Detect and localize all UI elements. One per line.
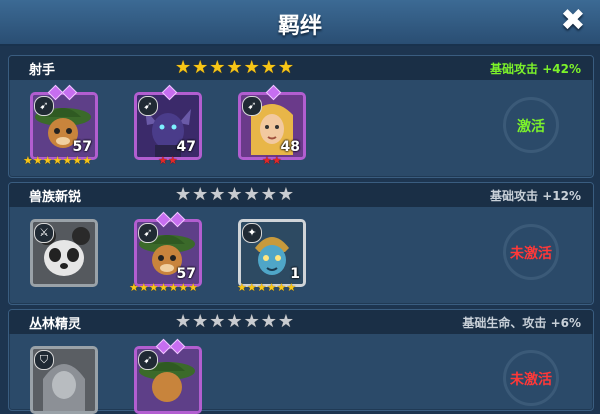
sword-icon: ⚔ <box>34 223 54 243</box>
hero-stars: ★ ★ ★ ★ ★ ★ ★ <box>129 281 199 294</box>
header-bar: 羁绊 ✖ <box>0 0 600 46</box>
star-icon: ★ <box>277 57 294 78</box>
hero-gems <box>161 84 178 101</box>
hero-gems <box>155 211 186 228</box>
hero-card[interactable]: ➹ 57 <box>134 219 202 287</box>
hero-card[interactable]: ➹ 48 <box>238 92 306 160</box>
activation-status: 激活 <box>503 97 559 153</box>
section-header: 射手 ★ ★ ★ ★ ★ ★ ★ 基础攻击 +42% <box>9 56 593 80</box>
star-icon: ★ <box>192 184 209 205</box>
bond-star-rating: ★ ★ ★ ★ ★ ★ ★ <box>175 186 294 204</box>
hero-stars: ★ ★ <box>158 154 178 167</box>
bow-icon: ➹ <box>138 350 158 370</box>
activation-status: 未激活 <box>503 224 559 280</box>
hero-card[interactable]: ✦ 1 <box>238 219 306 287</box>
hero-stars: ★ ★ ★ ★ ★ ★ ★ <box>23 154 93 167</box>
section-header: 兽族新锐 ★ ★ ★ ★ ★ ★ ★ 基础攻击 +12% <box>9 183 593 207</box>
star-icon: ★ <box>209 57 226 78</box>
star-icon: ★ <box>175 184 192 205</box>
bond-section-jungle-elves: 丛林精灵 ★ ★ ★ ★ ★ ★ ★ 基础生命、攻击 +6% ⛉ ➹ 未激活 <box>8 309 594 414</box>
hero-card-locked[interactable]: ⛉ <box>30 346 98 414</box>
hero-card[interactable]: ➹ 47 <box>134 92 202 160</box>
bond-star-rating: ★ ★ ★ ★ ★ ★ ★ <box>175 59 294 77</box>
bonus-text: 基础生命、攻击 +6% <box>462 316 581 330</box>
page-title: 羁绊 <box>277 14 322 39</box>
hero-level: 47 <box>176 139 196 155</box>
status-text: 激活 <box>517 119 545 135</box>
bow-icon: ➹ <box>138 96 158 116</box>
bow-icon: ➹ <box>34 96 54 116</box>
close-icon[interactable]: ✖ <box>556 4 590 38</box>
bond-star-rating: ★ ★ ★ ★ ★ ★ ★ <box>175 313 294 331</box>
section-title: 射手 <box>29 63 56 78</box>
bond-section-beast-rookies: 兽族新锐 ★ ★ ★ ★ ★ ★ ★ 基础攻击 +12% ⚔ ➹ 57 ★ ★ … <box>8 182 594 305</box>
hero-card[interactable]: ➹ <box>134 346 202 414</box>
hero-gems <box>155 338 186 355</box>
hero-level: 57 <box>176 266 196 282</box>
star-icon: ★ <box>260 57 277 78</box>
star-icon: ★ <box>192 311 209 332</box>
bow-icon: ➹ <box>242 96 262 116</box>
section-header: 丛林精灵 ★ ★ ★ ★ ★ ★ ★ 基础生命、攻击 +6% <box>9 310 593 334</box>
star-icon: ★ <box>175 57 192 78</box>
star-icon: ★ <box>260 184 277 205</box>
hero-level: 48 <box>280 139 300 155</box>
star-icon: ★ <box>209 311 226 332</box>
hero-gems <box>265 84 282 101</box>
hero-level: 1 <box>290 266 300 282</box>
hero-card-locked[interactable]: ⚔ <box>30 219 98 287</box>
hero-gems <box>47 84 78 101</box>
star-icon: ★ <box>243 311 260 332</box>
hero-stars: ★ ★ ★ ★ ★ ★ <box>237 281 297 294</box>
hero-stars: ★ ★ <box>262 154 282 167</box>
bonus-text: 基础攻击 +42% <box>490 62 581 76</box>
star-icon: ★ <box>226 311 243 332</box>
star-icon: ★ <box>192 57 209 78</box>
section-title: 兽族新锐 <box>29 190 82 205</box>
shield-icon: ⛉ <box>34 350 54 370</box>
star-icon: ★ <box>209 184 226 205</box>
bonus-text: 基础攻击 +12% <box>490 189 581 203</box>
star-icon: ★ <box>243 57 260 78</box>
star-icon: ★ <box>243 184 260 205</box>
star-icon: ★ <box>175 311 192 332</box>
status-text: 未激活 <box>510 246 552 262</box>
star-icon: ★ <box>277 311 294 332</box>
star-icon: ★ <box>277 184 294 205</box>
section-title: 丛林精灵 <box>29 317 82 332</box>
activation-status: 未激活 <box>503 350 559 406</box>
star-icon: ★ <box>226 57 243 78</box>
star-icon: ★ <box>260 311 277 332</box>
star-icon: ★ <box>226 184 243 205</box>
bow-icon: ➹ <box>138 223 158 243</box>
status-text: 未激活 <box>510 372 552 388</box>
hero-level: 57 <box>72 139 92 155</box>
hero-card[interactable]: ➹ 57 <box>30 92 98 160</box>
magic-icon: ✦ <box>242 223 262 243</box>
bond-section-archers: 射手 ★ ★ ★ ★ ★ ★ ★ 基础攻击 +42% ➹ 57 ★ ★ ★ ★ ★ ★ ★ <box>8 55 594 178</box>
